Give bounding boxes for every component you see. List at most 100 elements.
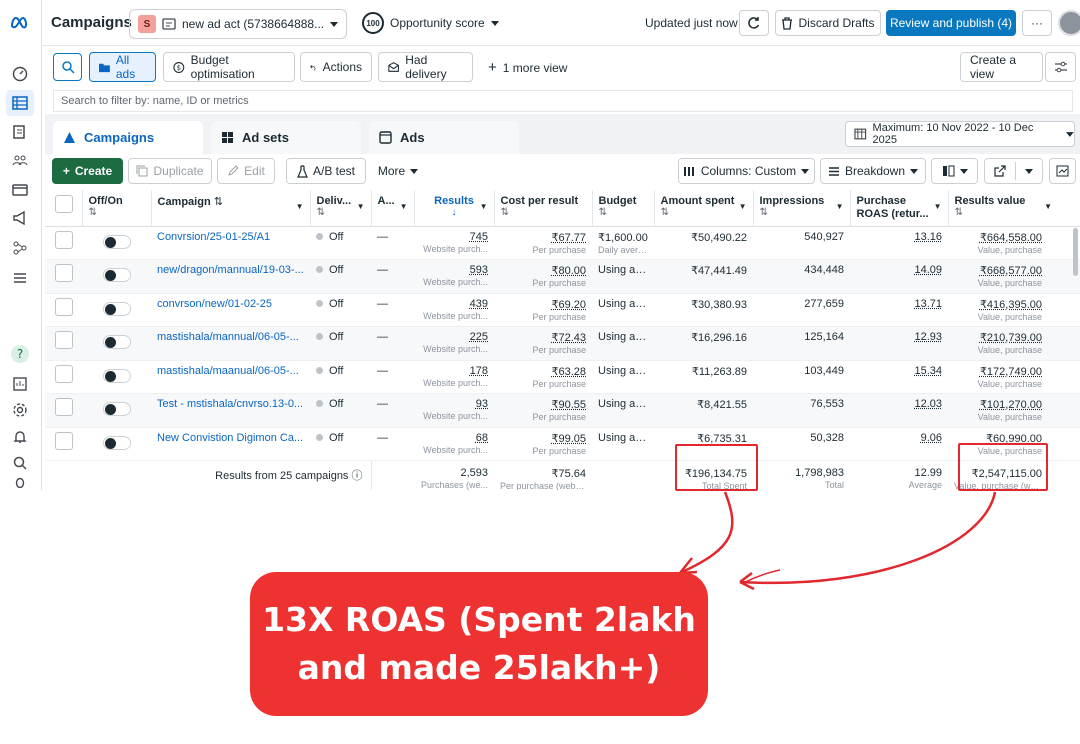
notifications-bell-icon[interactable]: [10, 427, 30, 447]
campaigns-table-icon[interactable]: [6, 90, 34, 116]
budget-optimisation-filter[interactable]: $ Budget optimisation: [163, 52, 295, 82]
campaign-toggle[interactable]: [103, 436, 131, 450]
help-icon[interactable]: ?: [10, 344, 30, 364]
impressions-header[interactable]: Impressions ⇅ ▼: [753, 190, 850, 226]
discard-drafts-button[interactable]: Discard Drafts: [775, 10, 881, 36]
row-checkbox[interactable]: [55, 264, 73, 282]
create-view-button[interactable]: Create a view: [960, 52, 1043, 82]
dashboard-icon[interactable]: [10, 64, 30, 84]
select-all-checkbox[interactable]: [55, 195, 73, 213]
row-checkbox[interactable]: [55, 331, 73, 349]
campaign-name[interactable]: Convrsion/25-01-25/A1: [151, 226, 310, 260]
all-ads-filter[interactable]: All ads: [89, 52, 156, 82]
table-row[interactable]: Test - mstishala/cnvrso.13-0... Off —93 Web…: [45, 394, 1080, 428]
duplicate-button[interactable]: Duplicate: [128, 158, 212, 184]
actions-filter[interactable]: Actions: [300, 52, 372, 82]
row-checkbox[interactable]: [55, 432, 73, 450]
charts-button[interactable]: [1049, 158, 1076, 184]
delivery-header[interactable]: Deliv... ⇅ ▼: [310, 190, 371, 226]
campaign-toggle[interactable]: [103, 235, 131, 249]
delivery-status: Off: [329, 432, 343, 444]
campaign-name[interactable]: new/dragon/mannual/19-03-...: [151, 260, 310, 294]
tab-ad-sets[interactable]: Ad sets: [211, 121, 361, 154]
breakdown-button[interactable]: Breakdown: [820, 158, 926, 184]
campaign-toggle[interactable]: [103, 369, 131, 383]
table-row[interactable]: mastishala/maanual/06-05-... Off —178 Websi…: [45, 360, 1080, 394]
billing-icon[interactable]: [10, 180, 30, 200]
table-row[interactable]: new/dragon/mannual/19-03-... Off —593 Websi…: [45, 260, 1080, 294]
opportunity-score[interactable]: 100 Opportunity score: [362, 12, 499, 34]
refresh-button[interactable]: [739, 10, 769, 36]
cost-per-result-header[interactable]: Cost per result ⇅: [494, 190, 592, 226]
svg-text:?: ?: [17, 347, 23, 361]
row-checkbox[interactable]: [55, 365, 73, 383]
results-value-header[interactable]: Results value ⇅ ▼: [948, 190, 1080, 226]
row-checkbox[interactable]: [55, 398, 73, 416]
table-row[interactable]: mastishala/mannual/06-05-... Off —225 Websi…: [45, 327, 1080, 361]
roas-cell: 14.09: [850, 260, 948, 294]
amount-spent-header[interactable]: Amount spent ⇅ ▼: [654, 190, 753, 226]
campaign-toggle[interactable]: [103, 268, 131, 282]
campaign-toggle[interactable]: [103, 302, 131, 316]
date-range-picker[interactable]: Maximum: 10 Nov 2022 - 10 Dec 2025: [845, 121, 1075, 147]
create-button[interactable]: + Create: [52, 158, 123, 184]
row-checkbox[interactable]: [55, 231, 73, 249]
had-delivery-filter[interactable]: Had delivery: [378, 52, 473, 82]
report-icon[interactable]: [10, 374, 30, 394]
results-value: 68: [476, 432, 488, 444]
audiences-icon[interactable]: [10, 150, 30, 170]
bug-report-icon[interactable]: [10, 476, 30, 488]
campaign-toggle[interactable]: [103, 402, 131, 416]
review-publish-button[interactable]: Review and publish (4): [886, 10, 1016, 36]
budget-cell[interactable]: Using ad...: [592, 394, 654, 428]
edit-button[interactable]: Edit: [217, 158, 275, 184]
settings-gear-icon[interactable]: [10, 400, 30, 420]
meta-logo-icon[interactable]: [9, 11, 33, 35]
table-row[interactable]: convrson/new/01-02-25 Off —439 Website purc…: [45, 293, 1080, 327]
info-icon[interactable]: ⓘ: [352, 470, 363, 482]
budget-cell[interactable]: Using ad...: [592, 327, 654, 361]
roas-cell: 13.71: [850, 293, 948, 327]
campaign-name[interactable]: convrson/new/01-02-25: [151, 293, 310, 327]
campaign-name[interactable]: mastishala/mannual/06-05-...: [151, 327, 310, 361]
attribution-header[interactable]: A... ▼: [371, 190, 414, 226]
campaign-header[interactable]: Campaign ⇅ ▼: [151, 190, 310, 226]
campaign-toggle[interactable]: [103, 335, 131, 349]
export-button[interactable]: [984, 158, 1043, 184]
search-filter-input[interactable]: Search to filter by: name, ID or metrics: [53, 90, 1073, 112]
pages-icon[interactable]: [10, 122, 30, 142]
search-toggle-button[interactable]: [53, 53, 82, 81]
campaign-name[interactable]: mastishala/maanual/06-05-...: [151, 360, 310, 394]
account-selector[interactable]: S new ad act (5738664888...: [129, 9, 347, 39]
columns-button[interactable]: Columns: Custom: [678, 158, 815, 184]
budget-cell[interactable]: Using ad...: [592, 293, 654, 327]
table-row[interactable]: New Convistion Digimon Ca... Off —68 Websit…: [45, 427, 1080, 461]
off-on-header[interactable]: Off/On ⇅: [82, 190, 151, 226]
more-button[interactable]: More: [371, 158, 425, 184]
megaphone-icon[interactable]: [10, 208, 30, 228]
campaign-name[interactable]: Test - mstishala/cnvrso.13-0...: [151, 394, 310, 428]
purchase-roas-header[interactable]: Purchase ROAS (retur... ▼: [850, 190, 948, 226]
tab-campaigns[interactable]: Campaigns: [53, 121, 203, 154]
chevron-down-icon: ▼: [739, 202, 747, 211]
budget-cell[interactable]: Using ad...: [592, 260, 654, 294]
more-options-button[interactable]: ···: [1022, 10, 1052, 36]
budget-cell[interactable]: Using ad...: [592, 360, 654, 394]
network-icon[interactable]: [10, 238, 30, 258]
budget-cell[interactable]: Using ad...: [592, 427, 654, 461]
avatar[interactable]: [1058, 10, 1080, 36]
search-icon[interactable]: [10, 453, 30, 473]
campaign-name[interactable]: New Convistion Digimon Ca...: [151, 427, 310, 461]
view-settings-button[interactable]: [1045, 52, 1076, 82]
row-checkbox[interactable]: [55, 298, 73, 316]
menu-icon[interactable]: [10, 268, 30, 288]
tab-ads[interactable]: Ads: [369, 121, 519, 154]
budget-cell[interactable]: ₹1,600.00 Daily avera...: [592, 226, 654, 260]
results-header[interactable]: Results ↓ ▼: [414, 190, 494, 226]
budget-header[interactable]: Budget ⇅: [592, 190, 654, 226]
more-view-link[interactable]: + 1 more view: [488, 59, 567, 76]
table-row[interactable]: Convrsion/25-01-25/A1 Off —745 Website purc…: [45, 226, 1080, 260]
ab-test-button[interactable]: A/B test: [286, 158, 366, 184]
table-scrollbar[interactable]: [1073, 228, 1078, 276]
reports-button[interactable]: [931, 158, 978, 184]
